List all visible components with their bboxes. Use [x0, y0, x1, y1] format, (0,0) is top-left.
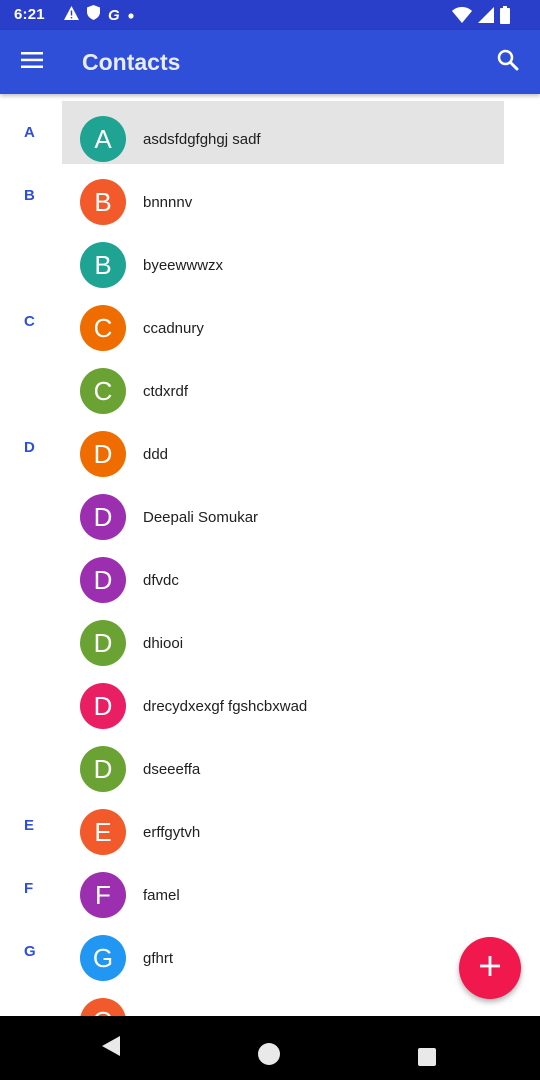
contact-avatar: G	[80, 998, 126, 1016]
contact-name: ccadnury	[143, 320, 204, 337]
contact-avatar: D	[80, 494, 126, 540]
signal-icon	[478, 7, 494, 28]
contact-avatar: B	[80, 179, 126, 225]
section-letter: G	[24, 943, 36, 960]
contact-name: drecydxexgf fgshcbxwad	[143, 698, 308, 715]
contact-avatar: G	[80, 935, 126, 981]
contact-list[interactable]: A Aasdsfdgfghgj sadf B Bbnnnnv Bbyeewwwzx C Cc…	[0, 94, 540, 1016]
search-icon	[497, 49, 519, 76]
contact-name: ctdxrdf	[143, 383, 189, 400]
warning-icon	[64, 5, 79, 25]
back-icon[interactable]	[100, 1036, 120, 1061]
section-letter: C	[24, 313, 35, 330]
contact-avatar: A	[80, 116, 126, 162]
contact-name: ddd	[143, 446, 169, 463]
status-notification-icons: G	[64, 5, 134, 25]
section-letter: B	[24, 187, 35, 204]
app-bar: Contacts	[0, 30, 540, 94]
contact-name: dhiooi	[143, 635, 184, 652]
contact-avatar: D	[80, 683, 126, 729]
dot-icon	[128, 6, 134, 24]
section-letter: E	[24, 817, 35, 834]
status-system-icons	[452, 6, 510, 29]
contact-name: erffgytvh	[143, 824, 201, 841]
status-bar: 6:21 G	[0, 0, 540, 30]
contact-avatar: E	[80, 809, 126, 855]
contact-name: famel	[143, 887, 180, 904]
add-contact-button[interactable]	[459, 937, 521, 999]
shield-icon	[87, 5, 100, 25]
section-letter: A	[24, 124, 35, 141]
contact-name: bnnnnv	[143, 194, 193, 211]
home-icon[interactable]	[258, 1043, 280, 1065]
contact-avatar: D	[80, 431, 126, 477]
contact-name: asdsfdgfghgj sadf	[143, 131, 261, 148]
menu-button[interactable]	[10, 40, 54, 84]
page-title: Contacts	[82, 49, 181, 75]
contact-name: gfhrt	[143, 950, 174, 967]
contact-name: Deepali Somukar	[143, 509, 259, 526]
contact-avatar: D	[80, 746, 126, 792]
search-button[interactable]	[486, 40, 530, 84]
section-letter: D	[24, 439, 35, 456]
navigation-bar	[0, 1016, 540, 1080]
contact-avatar: D	[80, 620, 126, 666]
contact-avatar: B	[80, 242, 126, 288]
google-icon: G	[108, 6, 120, 24]
status-time: 6:21	[14, 6, 45, 23]
contact-name: byeewwwzx	[143, 257, 224, 274]
section-letter: F	[24, 880, 34, 897]
contact-avatar: C	[80, 368, 126, 414]
contact-avatar: D	[80, 557, 126, 603]
hamburger-menu-icon	[21, 51, 43, 73]
wifi-icon	[452, 7, 472, 28]
selection-highlight	[62, 101, 504, 164]
plus-icon	[480, 955, 500, 981]
contact-name: dseeeffa	[143, 761, 201, 778]
contact-name: dfvdc	[143, 572, 179, 589]
recent-apps-icon[interactable]	[418, 1048, 436, 1066]
contact-avatar: C	[80, 305, 126, 351]
battery-icon	[500, 6, 510, 29]
contact-avatar: F	[80, 872, 126, 918]
